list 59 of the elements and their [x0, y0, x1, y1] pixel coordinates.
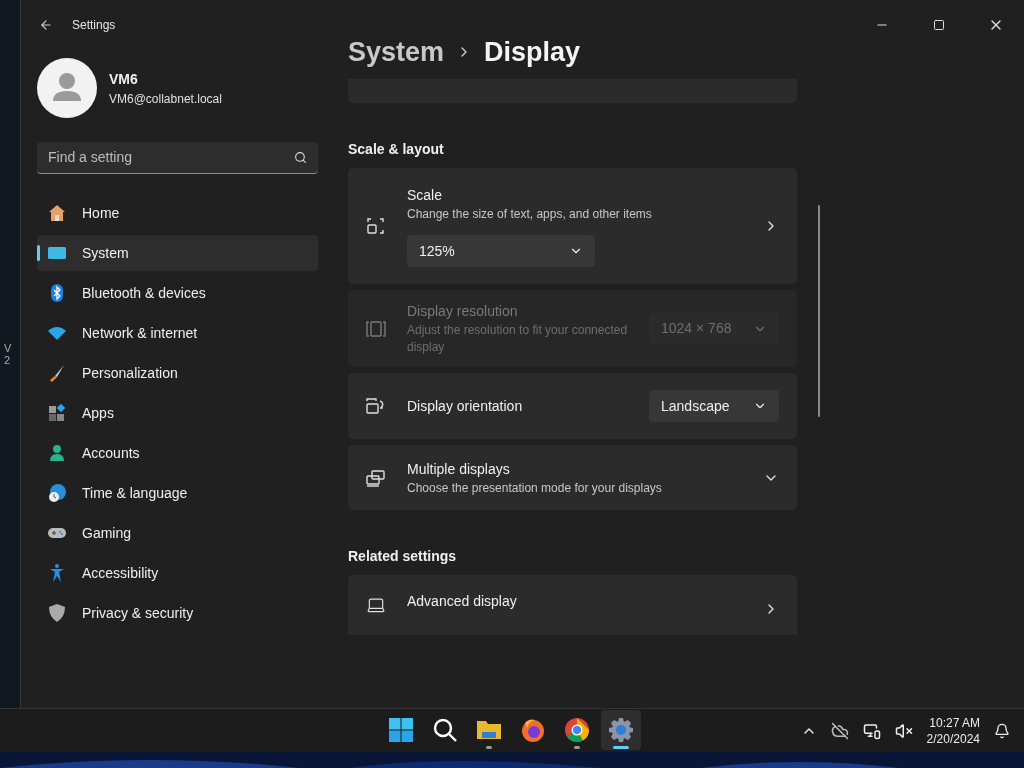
nav-item[interactable]: Network & internet — [37, 315, 318, 351]
nav-item[interactable]: Accounts — [37, 435, 318, 471]
running-indicator — [574, 746, 580, 749]
muted-speaker-icon[interactable] — [894, 721, 913, 740]
clock[interactable]: 10:27 AM 2/20/2024 — [926, 714, 980, 747]
orientation-icon — [366, 396, 386, 416]
setting-description: Choose the presentation mode for your displays — [407, 479, 663, 497]
bell-icon[interactable] — [994, 722, 1010, 739]
setting-description: Change the size of text, apps, and other items — [407, 206, 653, 223]
setting-title: Display resolution — [407, 302, 519, 321]
chrome-wheel-icon — [564, 717, 590, 743]
cloud-off-icon[interactable] — [830, 721, 849, 740]
nav-item[interactable]: Gaming — [37, 515, 318, 551]
setting-title: Display orientation — [407, 396, 524, 416]
search-field[interactable]: Find a setting — [37, 142, 318, 174]
nav-item[interactable]: Bluetooth & devices — [37, 275, 318, 311]
windows-logo-icon — [388, 717, 414, 743]
running-indicator — [486, 746, 492, 749]
gear-icon — [608, 717, 634, 743]
setting-title: Multiple displays — [407, 459, 511, 479]
setting-card[interactable]: Advanced display — [348, 575, 797, 635]
maximize-icon[interactable] — [932, 19, 945, 31]
house-icon — [47, 203, 67, 223]
person-icon — [47, 443, 67, 463]
section-heading: Related settings — [348, 547, 458, 566]
profile-email: VM6@collabnet.local — [109, 90, 222, 108]
multiple-displays-icon — [366, 467, 386, 488]
running-indicator — [613, 746, 629, 749]
search-icon — [294, 151, 307, 164]
section-heading: Scale & layout — [348, 140, 445, 159]
nav-item[interactable]: Apps — [37, 395, 318, 431]
apps-icon — [47, 403, 67, 423]
breadcrumb-parent[interactable]: System — [348, 31, 445, 73]
selection-indicator — [37, 245, 40, 261]
nav-item[interactable]: Personalization — [37, 355, 318, 391]
window-title: Settings — [72, 17, 116, 34]
avatar-icon — [37, 58, 97, 118]
shield-icon — [47, 603, 67, 623]
nav-item[interactable]: Privacy & security — [37, 595, 318, 631]
setting-card[interactable]: Multiple displays Choose the presentation mode for your displays — [348, 445, 797, 510]
dropdown[interactable]: 125% — [407, 235, 595, 267]
nav-item[interactable]: Time & language — [37, 475, 318, 511]
setting-description: Adjust the resolution to fit your connected display — [407, 322, 629, 356]
page-title: Display — [484, 35, 581, 69]
desktop-label: V — [4, 342, 12, 354]
taskbar-app[interactable] — [601, 710, 641, 750]
nav-item[interactable]: Home — [37, 195, 318, 231]
setting-title: Scale — [407, 186, 444, 205]
scale-icon — [366, 216, 386, 236]
nav-item[interactable]: Accessibility — [37, 555, 318, 591]
setting-title: Advanced display — [407, 592, 518, 611]
resolution-icon — [366, 318, 386, 339]
globe-clock-icon — [47, 483, 67, 503]
search-icon — [432, 717, 458, 743]
profile-name: VM6 — [109, 69, 139, 89]
dropdown[interactable]: Landscape — [649, 390, 779, 422]
desktop-label: 2 — [4, 354, 11, 366]
nav-item[interactable]: System — [37, 235, 318, 271]
scrollbar[interactable] — [818, 205, 820, 417]
